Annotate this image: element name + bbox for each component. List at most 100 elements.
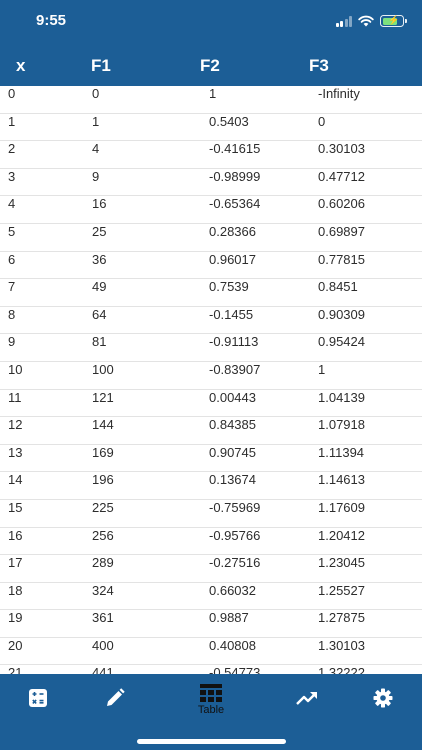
- table-row[interactable]: 21 441 -0.54773 1.32222: [0, 665, 422, 674]
- cell-f2: -0.54773: [209, 665, 261, 674]
- table-row[interactable]: 20 400 0.40808 1.30103: [0, 638, 422, 666]
- table-row[interactable]: 9 81 -0.91113 0.95424: [0, 334, 422, 362]
- tab-table-label: Table: [197, 704, 225, 716]
- table-row[interactable]: 17 289 -0.27516 1.23045: [0, 555, 422, 583]
- cell-f1: 441: [92, 665, 114, 674]
- cell-f3: 0: [318, 113, 326, 129]
- table-row[interactable]: 6 36 0.96017 0.77815: [0, 252, 422, 280]
- app-header: 9:55 ⚡ x F1 F2 F3: [0, 0, 422, 86]
- calculator-icon: [29, 689, 47, 707]
- table-row[interactable]: 0 0 1 -Infinity: [0, 86, 422, 114]
- cell-x: 2: [8, 141, 16, 157]
- table-row[interactable]: 15 225 -0.75969 1.17609: [0, 500, 422, 528]
- tab-graph[interactable]: [282, 682, 332, 724]
- cell-x: 11: [8, 389, 22, 405]
- cell-x: 4: [8, 196, 16, 212]
- table-row[interactable]: 12 144 0.84385 1.07918: [0, 417, 422, 445]
- cell-x: 12: [8, 417, 23, 433]
- cell-f2: 0.90745: [209, 444, 256, 460]
- cell-x: 19: [8, 610, 23, 626]
- table-row[interactable]: 7 49 0.7539 0.8451: [0, 279, 422, 307]
- cell-f2: 0.40808: [209, 637, 256, 653]
- table-row[interactable]: 13 169 0.90745 1.11394: [0, 445, 422, 473]
- cell-f3: 1.20412: [318, 527, 365, 543]
- table-row[interactable]: 14 196 0.13674 1.14613: [0, 472, 422, 500]
- cell-f3: 0.95424: [318, 334, 365, 350]
- cell-f3: 0.47712: [318, 168, 365, 184]
- cell-f1: 196: [92, 472, 114, 488]
- cell-f3: 1.04139: [318, 389, 365, 405]
- cell-f1: 400: [92, 637, 114, 653]
- cell-f1: 100: [92, 361, 114, 377]
- cell-f2: -0.75969: [209, 499, 261, 515]
- cell-f3: 1.30103: [318, 637, 365, 653]
- status-icons: ⚡: [335, 14, 407, 28]
- cell-x: 10: [8, 361, 23, 377]
- cell-f1: 1: [92, 113, 100, 129]
- table-row[interactable]: 16 256 -0.95766 1.20412: [0, 528, 422, 556]
- table-row[interactable]: 8 64 -0.1455 0.90309: [0, 307, 422, 335]
- tab-edit[interactable]: [90, 682, 140, 724]
- wifi-icon: [358, 15, 374, 27]
- column-header-f3[interactable]: F3: [309, 56, 329, 76]
- table-row[interactable]: 11 121 0.00443 1.04139: [0, 390, 422, 418]
- pencil-icon: [107, 688, 125, 706]
- table-row[interactable]: 2 4 -0.41615 0.30103: [0, 141, 422, 169]
- tab-settings[interactable]: [358, 682, 408, 724]
- cell-f3: 0.90309: [318, 306, 365, 322]
- cell-f2: 0.9887: [209, 610, 249, 626]
- cell-f2: -0.27516: [209, 555, 261, 571]
- table-row[interactable]: 18 324 0.66032 1.25527: [0, 583, 422, 611]
- table-row[interactable]: 3 9 -0.98999 0.47712: [0, 169, 422, 197]
- cell-f2: -0.95766: [209, 527, 261, 543]
- cell-f2: -0.41615: [209, 141, 261, 157]
- column-header-f1[interactable]: F1: [91, 56, 111, 76]
- tab-table[interactable]: Table: [186, 682, 236, 724]
- cell-x: 16: [8, 527, 23, 543]
- cell-x: 1: [8, 113, 16, 129]
- cell-f3: -Infinity: [318, 86, 360, 101]
- cell-f1: 4: [92, 141, 100, 157]
- cell-x: 5: [8, 223, 16, 239]
- cell-f2: 0.7539: [209, 279, 249, 295]
- cell-x: 3: [8, 168, 16, 184]
- cell-f1: 81: [92, 334, 107, 350]
- battery-icon: ⚡: [380, 15, 407, 27]
- cell-x: 13: [8, 444, 23, 460]
- cell-f2: 0.84385: [209, 417, 256, 433]
- cell-f1: 121: [92, 389, 114, 405]
- table-row[interactable]: 4 16 -0.65364 0.60206: [0, 196, 422, 224]
- trending-up-icon: [296, 692, 317, 705]
- cell-f2: -0.83907: [209, 361, 261, 377]
- home-indicator: [137, 739, 286, 744]
- cell-f1: 49: [92, 279, 107, 295]
- cell-f2: 0.5403: [209, 113, 249, 129]
- cell-x: 20: [8, 637, 23, 653]
- cell-x: 7: [8, 279, 16, 295]
- column-header-x[interactable]: x: [16, 56, 25, 76]
- tab-calculator[interactable]: [13, 682, 63, 724]
- values-table[interactable]: 0 0 1 -Infinity 1 1 0.5403 0 2 4 -0.41615 0.30103 3 9…: [0, 86, 422, 674]
- table-row[interactable]: 5 25 0.28366 0.69897: [0, 224, 422, 252]
- table-row[interactable]: 10 100 -0.83907 1: [0, 362, 422, 390]
- cell-f2: 0.96017: [209, 251, 256, 267]
- cell-f2: -0.1455: [209, 306, 254, 322]
- column-header-f2[interactable]: F2: [200, 56, 220, 76]
- cell-f3: 1: [318, 361, 326, 377]
- cell-f1: 169: [92, 444, 114, 460]
- cell-f1: 289: [92, 555, 114, 571]
- cell-f1: 144: [92, 417, 114, 433]
- cell-x: 15: [8, 499, 23, 515]
- cell-f1: 25: [92, 223, 107, 239]
- cell-x: 17: [8, 555, 23, 571]
- cell-x: 18: [8, 582, 23, 598]
- cell-f3: 1.32222: [318, 665, 365, 674]
- table-row[interactable]: 1 1 0.5403 0: [0, 114, 422, 142]
- cell-f2: 0.28366: [209, 223, 256, 239]
- cell-f2: 0.00443: [209, 389, 256, 405]
- table-row[interactable]: 19 361 0.9887 1.27875: [0, 610, 422, 638]
- cell-f3: 1.23045: [318, 555, 365, 571]
- cell-f3: 0.8451: [318, 279, 358, 295]
- table-icon: [200, 684, 222, 702]
- cell-f1: 64: [92, 306, 107, 322]
